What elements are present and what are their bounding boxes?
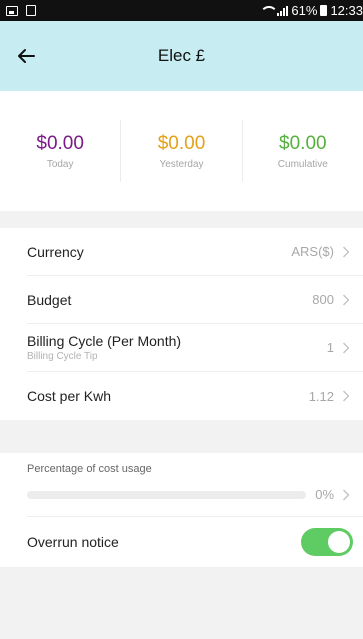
chevron-right-icon (343, 489, 350, 500)
back-button[interactable] (8, 38, 44, 74)
wifi-icon (260, 5, 279, 16)
chevron-right-icon (343, 246, 350, 257)
stat-yesterday-label: Yesterday (159, 158, 204, 170)
overrun-notice-toggle[interactable] (301, 528, 353, 556)
overrun-notice-label: Overrun notice (27, 534, 119, 550)
cost-usage-percentage: 0% (315, 487, 335, 502)
currency-row[interactable]: Currency ARS($) (27, 228, 363, 276)
billing-cycle-row[interactable]: Billing Cycle (Per Month) Billing Cycle … (27, 324, 363, 372)
battery-icon (320, 5, 328, 16)
overrun-notice-row: Overrun notice (27, 517, 363, 567)
stat-cumulative-label: Cumulative (277, 158, 328, 170)
toggle-knob (328, 531, 350, 553)
cost-per-kwh-row[interactable]: Cost per Kwh 1.12 (27, 372, 363, 420)
billing-cycle-label: Billing Cycle (Per Month) (27, 333, 182, 349)
stat-cumulative: $0.00 Cumulative (241, 120, 363, 182)
usage-section: Percentage of cost usage 0% Overrun noti… (0, 453, 363, 567)
app-header: Elec £ (0, 21, 363, 91)
signal-icon (277, 5, 289, 16)
currency-label: Currency (27, 243, 84, 260)
arrow-left-icon (18, 49, 35, 63)
cost-usage-progress-bar (27, 490, 307, 499)
currency-value: ARS($) (291, 244, 334, 259)
cost-per-kwh-label: Cost per Kwh (27, 388, 112, 404)
stat-yesterday: $0.00 Yesterday (120, 120, 241, 182)
budget-value: 800 (312, 292, 334, 307)
chevron-right-icon (343, 294, 350, 305)
page-title: Elec £ (157, 46, 206, 65)
document-notification-icon (26, 5, 36, 16)
budget-label: Budget (27, 291, 72, 308)
status-bar: 61% 12:33 (0, 0, 363, 21)
stat-today: $0.00 Today (0, 120, 120, 182)
budget-row[interactable]: Budget 800 (27, 276, 363, 324)
gallery-notification-icon (6, 5, 18, 16)
cost-per-kwh-value: 1.12 (308, 388, 334, 404)
billing-cycle-value: 1 (326, 340, 334, 355)
cost-usage-label: Percentage of cost usage (27, 463, 152, 475)
chevron-right-icon (343, 342, 350, 353)
cost-usage-row[interactable]: Percentage of cost usage 0% (27, 453, 363, 517)
battery-percentage: 61% (291, 3, 318, 18)
cost-summary: $0.00 Today $0.00 Yesterday $0.00 Cumula… (0, 91, 363, 211)
billing-cycle-tip: Billing Cycle Tip (27, 351, 98, 362)
stat-today-value: $0.00 (36, 132, 84, 154)
chevron-right-icon (343, 390, 350, 402)
clock-time: 12:33 (330, 3, 363, 18)
stat-yesterday-value: $0.00 (157, 132, 206, 154)
stat-today-label: Today (46, 158, 74, 170)
stat-cumulative-value: $0.00 (279, 132, 327, 154)
settings-list: Currency ARS($) Budget 800 Billing Cycle… (0, 228, 363, 420)
